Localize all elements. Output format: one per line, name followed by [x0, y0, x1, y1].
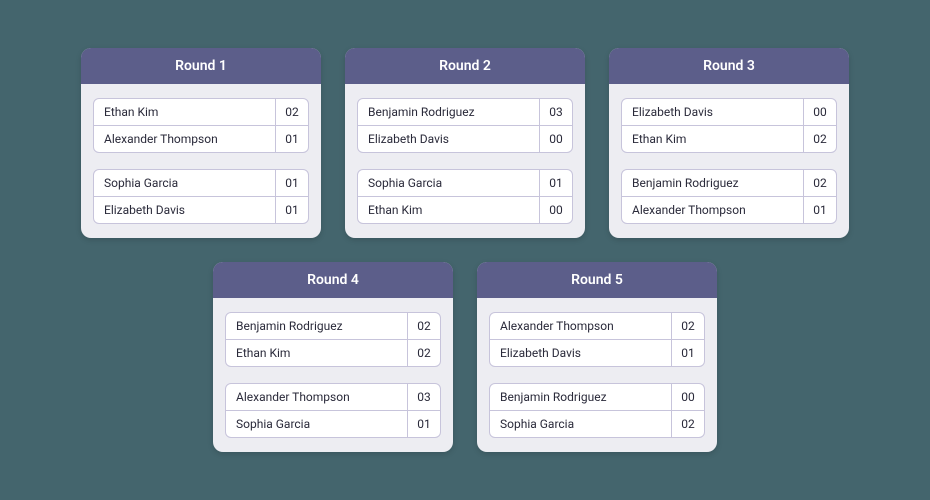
player-name: Alexander Thompson — [490, 313, 672, 339]
player-row: Ethan Kim 02 — [621, 125, 837, 153]
player-score: 02 — [804, 126, 836, 152]
match: Alexander Thompson 02 Elizabeth Davis 01 — [489, 312, 705, 367]
player-row: Elizabeth Davis 00 — [357, 125, 573, 153]
round-body: Benjamin Rodriguez 03 Elizabeth Davis 00… — [345, 84, 585, 238]
round-title: Round 2 — [345, 48, 585, 84]
match: Sophia Garcia 01 Ethan Kim 00 — [357, 169, 573, 224]
player-score: 03 — [540, 99, 572, 125]
player-score: 00 — [804, 99, 836, 125]
round-body: Alexander Thompson 02 Elizabeth Davis 01… — [477, 298, 717, 452]
round-card-2: Round 2 Benjamin Rodriguez 03 Elizabeth … — [345, 48, 585, 238]
player-row: Alexander Thompson 02 — [489, 312, 705, 340]
player-score: 01 — [276, 197, 308, 223]
match: Benjamin Rodriguez 02 Ethan Kim 02 — [225, 312, 441, 367]
player-name: Elizabeth Davis — [490, 340, 672, 366]
player-row: Benjamin Rodriguez 03 — [357, 98, 573, 126]
player-score: 02 — [672, 411, 704, 437]
player-row: Benjamin Rodriguez 00 — [489, 383, 705, 411]
player-name: Elizabeth Davis — [358, 126, 540, 152]
player-row: Alexander Thompson 03 — [225, 383, 441, 411]
player-score: 01 — [540, 170, 572, 196]
player-name: Sophia Garcia — [226, 411, 408, 437]
player-score: 00 — [540, 197, 572, 223]
player-name: Sophia Garcia — [490, 411, 672, 437]
player-score: 02 — [672, 313, 704, 339]
match: Alexander Thompson 03 Sophia Garcia 01 — [225, 383, 441, 438]
player-row: Elizabeth Davis 01 — [93, 196, 309, 224]
round-card-5: Round 5 Alexander Thompson 02 Elizabeth … — [477, 262, 717, 452]
player-row: Benjamin Rodriguez 02 — [225, 312, 441, 340]
player-name: Alexander Thompson — [226, 384, 408, 410]
player-score: 02 — [276, 99, 308, 125]
round-title: Round 3 — [609, 48, 849, 84]
player-row: Elizabeth Davis 01 — [489, 339, 705, 367]
player-score: 02 — [408, 340, 440, 366]
player-score: 02 — [408, 313, 440, 339]
player-score: 01 — [276, 126, 308, 152]
player-row: Alexander Thompson 01 — [621, 196, 837, 224]
player-score: 01 — [408, 411, 440, 437]
player-name: Benjamin Rodriguez — [490, 384, 672, 410]
player-score: 02 — [804, 170, 836, 196]
match: Sophia Garcia 01 Elizabeth Davis 01 — [93, 169, 309, 224]
match: Benjamin Rodriguez 03 Elizabeth Davis 00 — [357, 98, 573, 153]
round-card-1: Round 1 Ethan Kim 02 Alexander Thompson … — [81, 48, 321, 238]
player-name: Ethan Kim — [358, 197, 540, 223]
player-score: 01 — [672, 340, 704, 366]
player-row: Ethan Kim 02 — [225, 339, 441, 367]
player-score: 00 — [672, 384, 704, 410]
player-row: Sophia Garcia 01 — [357, 169, 573, 197]
rounds-row-2: Round 4 Benjamin Rodriguez 02 Ethan Kim … — [213, 262, 717, 452]
round-card-3: Round 3 Elizabeth Davis 00 Ethan Kim 02 … — [609, 48, 849, 238]
player-row: Alexander Thompson 01 — [93, 125, 309, 153]
player-score: 03 — [408, 384, 440, 410]
player-row: Sophia Garcia 01 — [93, 169, 309, 197]
round-card-4: Round 4 Benjamin Rodriguez 02 Ethan Kim … — [213, 262, 453, 452]
player-name: Elizabeth Davis — [94, 197, 276, 223]
player-name: Benjamin Rodriguez — [358, 99, 540, 125]
rounds-row-1: Round 1 Ethan Kim 02 Alexander Thompson … — [81, 48, 849, 238]
player-row: Elizabeth Davis 00 — [621, 98, 837, 126]
round-title: Round 4 — [213, 262, 453, 298]
round-title: Round 5 — [477, 262, 717, 298]
round-body: Ethan Kim 02 Alexander Thompson 01 Sophi… — [81, 84, 321, 238]
round-body: Benjamin Rodriguez 02 Ethan Kim 02 Alexa… — [213, 298, 453, 452]
match: Ethan Kim 02 Alexander Thompson 01 — [93, 98, 309, 153]
player-name: Ethan Kim — [622, 126, 804, 152]
round-body: Elizabeth Davis 00 Ethan Kim 02 Benjamin… — [609, 84, 849, 238]
player-row: Sophia Garcia 01 — [225, 410, 441, 438]
player-row: Ethan Kim 02 — [93, 98, 309, 126]
player-name: Alexander Thompson — [94, 126, 276, 152]
match: Benjamin Rodriguez 02 Alexander Thompson… — [621, 169, 837, 224]
player-name: Alexander Thompson — [622, 197, 804, 223]
player-row: Ethan Kim 00 — [357, 196, 573, 224]
player-row: Benjamin Rodriguez 02 — [621, 169, 837, 197]
player-score: 01 — [276, 170, 308, 196]
player-name: Ethan Kim — [94, 99, 276, 125]
player-name: Elizabeth Davis — [622, 99, 804, 125]
round-title: Round 1 — [81, 48, 321, 84]
match: Benjamin Rodriguez 00 Sophia Garcia 02 — [489, 383, 705, 438]
player-name: Benjamin Rodriguez — [622, 170, 804, 196]
player-name: Sophia Garcia — [358, 170, 540, 196]
player-name: Benjamin Rodriguez — [226, 313, 408, 339]
player-score: 01 — [804, 197, 836, 223]
player-name: Ethan Kim — [226, 340, 408, 366]
match: Elizabeth Davis 00 Ethan Kim 02 — [621, 98, 837, 153]
player-score: 00 — [540, 126, 572, 152]
player-name: Sophia Garcia — [94, 170, 276, 196]
player-row: Sophia Garcia 02 — [489, 410, 705, 438]
